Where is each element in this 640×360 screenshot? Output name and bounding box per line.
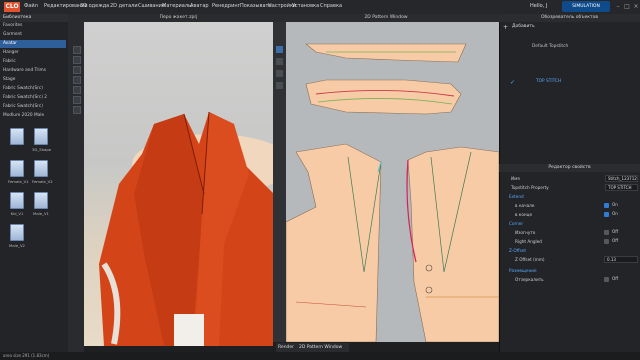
pin-tool-icon[interactable] bbox=[73, 96, 81, 104]
menu-item[interactable]: Показывать bbox=[240, 3, 271, 9]
move-tool-icon[interactable] bbox=[73, 66, 81, 74]
extend-end-toggle[interactable] bbox=[604, 212, 609, 217]
maximize-icon[interactable]: □ bbox=[623, 2, 631, 11]
placement-section[interactable]: Размещение bbox=[499, 266, 640, 275]
library-item[interactable]: Fabric Swatch(Src) bbox=[0, 85, 66, 93]
menu-item[interactable]: Установка bbox=[292, 3, 319, 9]
type-field[interactable]: TOP STITCH bbox=[605, 184, 638, 191]
simulation-toggle-button[interactable]: SIMULATION bbox=[562, 1, 610, 12]
render-tab[interactable]: Render bbox=[276, 343, 298, 352]
file-icon bbox=[34, 160, 48, 177]
menu-item[interactable]: Сшивание bbox=[138, 3, 165, 9]
menu-item[interactable]: Ренедринг bbox=[212, 3, 240, 9]
pattern-tool-icon[interactable] bbox=[276, 46, 283, 53]
file-label: Male_V1 bbox=[33, 211, 49, 216]
library-item[interactable]: Stage bbox=[0, 76, 66, 84]
check-icon: ✓ bbox=[510, 79, 516, 86]
file-icon bbox=[34, 128, 48, 145]
library-item[interactable]: Fabric Swatch(Src) 2 bbox=[0, 94, 66, 102]
file-icon bbox=[10, 160, 24, 177]
corner-section[interactable]: Corner bbox=[499, 219, 640, 228]
3d-garment-viewport[interactable] bbox=[84, 14, 273, 346]
jacket-3d-render bbox=[99, 111, 273, 346]
right-angled-toggle[interactable] bbox=[604, 239, 609, 244]
add-icon[interactable]: + bbox=[503, 25, 509, 31]
menu-item[interactable]: Материалы bbox=[162, 3, 192, 9]
curved-toggle[interactable] bbox=[604, 230, 609, 235]
2d-view-tab[interactable]: 2D Pattern Window bbox=[273, 14, 499, 22]
measure-tool-icon[interactable] bbox=[73, 106, 81, 114]
extend-section[interactable]: Extend bbox=[499, 192, 640, 201]
mirror-toggle[interactable] bbox=[604, 277, 609, 282]
prop-label: в начале bbox=[515, 203, 535, 208]
extend-start-toggle[interactable] bbox=[604, 203, 609, 208]
prop-label: Right Angled bbox=[515, 239, 542, 244]
library-item[interactable]: Favorites bbox=[0, 22, 66, 30]
prop-value: Off bbox=[612, 229, 619, 234]
status-text: area size 291 (1.83cm) bbox=[3, 353, 50, 358]
menu-item[interactable]: 3D одежда bbox=[80, 3, 109, 9]
2d-pattern-window-tab[interactable]: 2D Pattern Window bbox=[297, 343, 349, 352]
file-icon bbox=[10, 128, 24, 145]
file-label: Kid_V1 bbox=[10, 211, 24, 216]
user-greeting[interactable]: Hello, J bbox=[530, 3, 547, 9]
library-file[interactable] bbox=[8, 128, 26, 147]
file-label: Female_V2 bbox=[32, 179, 53, 184]
file-icon bbox=[10, 224, 24, 241]
topstitch-tool-icon[interactable] bbox=[276, 70, 283, 77]
prop-label: Отзеркалить bbox=[515, 277, 544, 282]
pattern-pieces bbox=[286, 43, 499, 342]
minimize-icon[interactable]: – bbox=[614, 2, 622, 11]
menu-item[interactable]: Справка bbox=[320, 3, 342, 9]
simulation-tool-icon[interactable] bbox=[73, 46, 81, 54]
prop-label: Изогнуто bbox=[515, 230, 536, 235]
library-item[interactable]: Hardware and Trims bbox=[0, 67, 66, 75]
library-file[interactable]: Female_V2 bbox=[32, 160, 53, 184]
object-item-selected[interactable]: TOP STITCH bbox=[500, 75, 639, 89]
library-item[interactable]: Garment bbox=[0, 31, 66, 39]
prop-value: Off bbox=[612, 276, 619, 281]
close-icon[interactable]: × bbox=[632, 2, 640, 11]
app-logo: CLO bbox=[4, 2, 20, 12]
library-file[interactable]: 3D_Shape bbox=[32, 128, 52, 152]
library-item[interactable]: Fabric bbox=[0, 58, 66, 66]
3d-view-tab[interactable]: Перо жакет.zprj bbox=[84, 14, 273, 22]
library-item[interactable]: Modlure 2020 Male bbox=[0, 112, 66, 120]
library-item[interactable]: Hanger bbox=[0, 49, 66, 57]
prop-label: в конце bbox=[515, 212, 533, 217]
library-item[interactable]: Avatar bbox=[0, 40, 66, 48]
object-browser-title: Обозреватель объектов bbox=[499, 14, 640, 22]
menu-item[interactable]: 2D детали bbox=[110, 3, 138, 9]
library-file[interactable]: Male_V1 bbox=[32, 192, 50, 216]
file-label: Male_V2 bbox=[9, 243, 25, 248]
file-label: 3D_Shape bbox=[32, 147, 52, 152]
library-file[interactable]: Female_V1 bbox=[8, 160, 29, 184]
library-file[interactable]: Kid_V1 bbox=[8, 192, 26, 216]
status-bar: area size 291 (1.83cm) bbox=[0, 352, 640, 360]
file-label: Female_V1 bbox=[8, 179, 29, 184]
library-item[interactable]: Fabric Swatch(Src) bbox=[0, 103, 66, 111]
z-offset-field[interactable]: 0.13 bbox=[604, 256, 638, 263]
segment-tool-icon[interactable] bbox=[276, 82, 283, 89]
2d-pattern-viewport[interactable] bbox=[286, 22, 499, 342]
prop-value: On bbox=[612, 211, 618, 216]
property-editor-title: Редактор свойств bbox=[499, 164, 640, 172]
menu-item[interactable]: Аватар bbox=[190, 3, 209, 9]
z-offset-section[interactable]: Z-Offset bbox=[499, 246, 640, 255]
file-icon bbox=[34, 192, 48, 209]
prop-value: Off bbox=[612, 238, 619, 243]
texture-tool-icon[interactable] bbox=[73, 76, 81, 84]
menu-item[interactable]: Файл bbox=[24, 3, 38, 9]
name-field[interactable]: Stitch_123712 bbox=[605, 175, 638, 182]
file-icon bbox=[10, 192, 24, 209]
library-file[interactable]: Male_V2 bbox=[8, 224, 26, 248]
object-item[interactable]: Default Topstitch bbox=[500, 40, 639, 54]
add-button[interactable]: Добавить bbox=[512, 24, 535, 29]
library-header: Библиотека bbox=[0, 14, 68, 22]
edit-pattern-icon[interactable] bbox=[276, 58, 283, 65]
fold-tool-icon[interactable] bbox=[73, 86, 81, 94]
select-tool-icon[interactable] bbox=[73, 56, 81, 64]
prop-value: On bbox=[612, 202, 618, 207]
